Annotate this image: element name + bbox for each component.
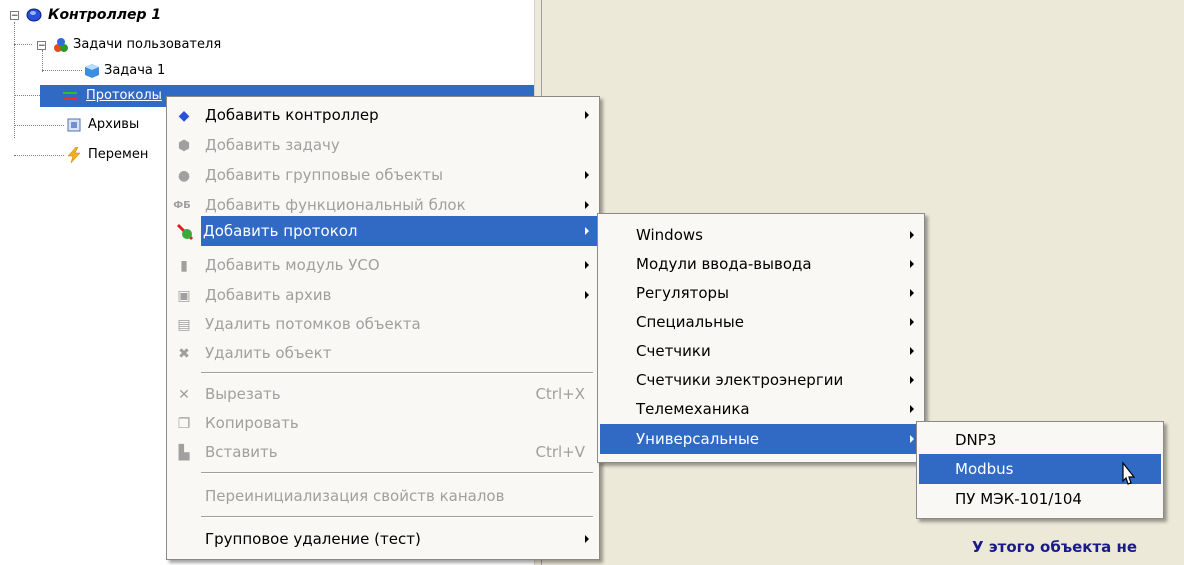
delete-children-icon: ▤ [177, 317, 191, 333]
tasks-icon [54, 38, 68, 52]
tree-item-user-tasks[interactable]: − Задачи пользователя [0, 34, 300, 56]
submenu-arrow-icon [585, 201, 589, 209]
menu-item-label: Modbus [955, 460, 1014, 478]
menu-item-label: ПУ МЭК-101/104 [955, 490, 1082, 508]
mouse-cursor-icon [1122, 461, 1136, 485]
menu-item-label: Специальные [636, 313, 744, 331]
submenu-arrow-icon [910, 289, 914, 297]
tree-item-label: Задачи пользователя [73, 37, 222, 52]
menu-item-label: Вставить [205, 443, 278, 461]
menu-item-label: Переинициализация свойств каналов [205, 487, 505, 505]
menu-item-label: Групповое удаление (тест) [205, 530, 421, 548]
module-icon: ▮ [180, 258, 188, 274]
menu-item-group-delete[interactable]: Групповое удаление (тест) [169, 524, 597, 554]
menu-item-label: Добавить групповые объекты [205, 166, 443, 184]
cut-icon: ✕ [178, 387, 190, 403]
submenu-item-telemechanics[interactable]: Телемеханика [600, 394, 922, 424]
group-icon: ● [177, 168, 191, 184]
submenu-item-io-modules[interactable]: Модули ввода-вывода [600, 249, 922, 279]
tree-item-label: Задача 1 [104, 63, 166, 78]
submenu-arrow-icon [910, 376, 914, 384]
menu-item-label: Добавить архив [205, 286, 332, 304]
menu-item-shortcut: Ctrl+X [535, 385, 585, 403]
menu-item-shortcut: Ctrl+V [535, 443, 585, 461]
protocol-icon [63, 92, 77, 100]
tree-item-label: Архивы [88, 117, 140, 132]
controller-icon: ◆ [178, 108, 190, 124]
paste-icon: ▙ [178, 445, 190, 461]
menu-item-delete-children[interactable]: ▤ Удалить потомков объекта [169, 309, 597, 339]
menu-item-label: Добавить протокол [203, 222, 358, 240]
menu-item-label: Модули ввода-вывода [636, 255, 812, 273]
submenu-item-windows[interactable]: Windows [600, 220, 922, 250]
submenu-arrow-icon [585, 227, 589, 235]
context-menu: ◆ Добавить контроллер ⬢ Добавить задачу … [166, 96, 600, 560]
task-icon: ⬢ [177, 138, 191, 154]
menu-item-label: Windows [636, 226, 703, 244]
submenu-item-counters[interactable]: Счетчики [600, 336, 922, 366]
submenu-arrow-icon [585, 291, 589, 299]
menu-item-add-task[interactable]: ⬢ Добавить задачу [169, 130, 597, 160]
menu-item-add-io-module[interactable]: ▮ Добавить модуль УСО [169, 250, 597, 280]
menu-item-label: Добавить модуль УСО [205, 256, 380, 274]
submenu-arrow-icon [910, 405, 914, 413]
archive-icon: ▣ [177, 288, 191, 304]
submenu-arrow-icon [585, 111, 589, 119]
menu-separator [201, 372, 593, 374]
controller-icon [26, 8, 42, 22]
tree-item-label: Протоколы [86, 88, 162, 103]
archive-icon [67, 118, 81, 132]
submenu-arrow-icon [910, 435, 914, 443]
collapse-icon[interactable]: − [10, 11, 19, 21]
menu-item-label: Добавить контроллер [205, 106, 379, 124]
submenu-arrow-icon [585, 261, 589, 269]
copy-icon: ❐ [177, 416, 191, 432]
menu-item-label: Телемеханика [636, 400, 750, 418]
submenu-item-energy-counters[interactable]: Счетчики электроэнергии [600, 365, 922, 395]
menu-item-delete-object[interactable]: ✖ Удалить объект [169, 338, 597, 368]
task-cube-icon [85, 64, 99, 78]
submenu-item-dnp3[interactable]: DNP3 [919, 425, 1161, 455]
tree-item-label: Перемен [88, 147, 149, 162]
tree-item-root[interactable]: − Контроллер 1 [0, 4, 300, 26]
lightning-icon [67, 147, 81, 163]
menu-item-add-controller[interactable]: ◆ Добавить контроллер [169, 100, 597, 130]
submenu-arrow-icon [910, 347, 914, 355]
menu-item-add-archive[interactable]: ▣ Добавить архив [169, 280, 597, 310]
menu-item-paste[interactable]: ▙ Вставить Ctrl+V [169, 437, 597, 467]
menu-separator [201, 516, 593, 518]
menu-item-label: DNP3 [955, 431, 997, 449]
submenu-item-regulators[interactable]: Регуляторы [600, 278, 922, 308]
tree-item-label: Контроллер 1 [48, 7, 162, 23]
function-block-icon: ФБ [173, 200, 191, 211]
submenu-item-special[interactable]: Специальные [600, 307, 922, 337]
submenu-arrow-icon [910, 231, 914, 239]
submenu-arrow-icon [910, 260, 914, 268]
menu-item-label: Вырезать [205, 385, 281, 403]
menu-item-label: Копировать [205, 414, 299, 432]
tree-item-task-1[interactable]: Задача 1 [0, 60, 300, 82]
menu-item-add-protocol[interactable]: Добавить протокол [201, 216, 597, 246]
menu-item-label: Удалить объект [205, 344, 332, 362]
menu-item-label: Регуляторы [636, 284, 729, 302]
menu-separator [201, 472, 593, 474]
collapse-icon[interactable]: − [37, 41, 46, 51]
menu-item-reinit-channels[interactable]: Переинициализация свойств каналов [169, 481, 597, 511]
menu-item-label: Добавить задачу [205, 136, 340, 154]
menu-item-label: Счетчики электроэнергии [636, 371, 844, 389]
delete-icon: ✖ [178, 346, 190, 362]
no-properties-message: У этого объекта не [972, 538, 1138, 556]
submenu-arrow-icon [585, 535, 589, 543]
submenu-item-universal[interactable]: Универсальные [600, 424, 922, 454]
menu-item-add-group-objects[interactable]: ● Добавить групповые объекты [169, 160, 597, 190]
submenu-arrow-icon [585, 171, 589, 179]
protocol-add-icon [176, 223, 194, 241]
menu-item-cut[interactable]: ✕ Вырезать Ctrl+X [169, 379, 597, 409]
menu-item-label: Универсальные [636, 430, 760, 448]
menu-item-copy[interactable]: ❐ Копировать [169, 408, 597, 438]
menu-item-label: Удалить потомков объекта [205, 315, 421, 333]
protocol-submenu: Windows Модули ввода-вывода Регуляторы С… [597, 213, 925, 463]
menu-item-label: Счетчики [636, 342, 711, 360]
submenu-arrow-icon [910, 318, 914, 326]
